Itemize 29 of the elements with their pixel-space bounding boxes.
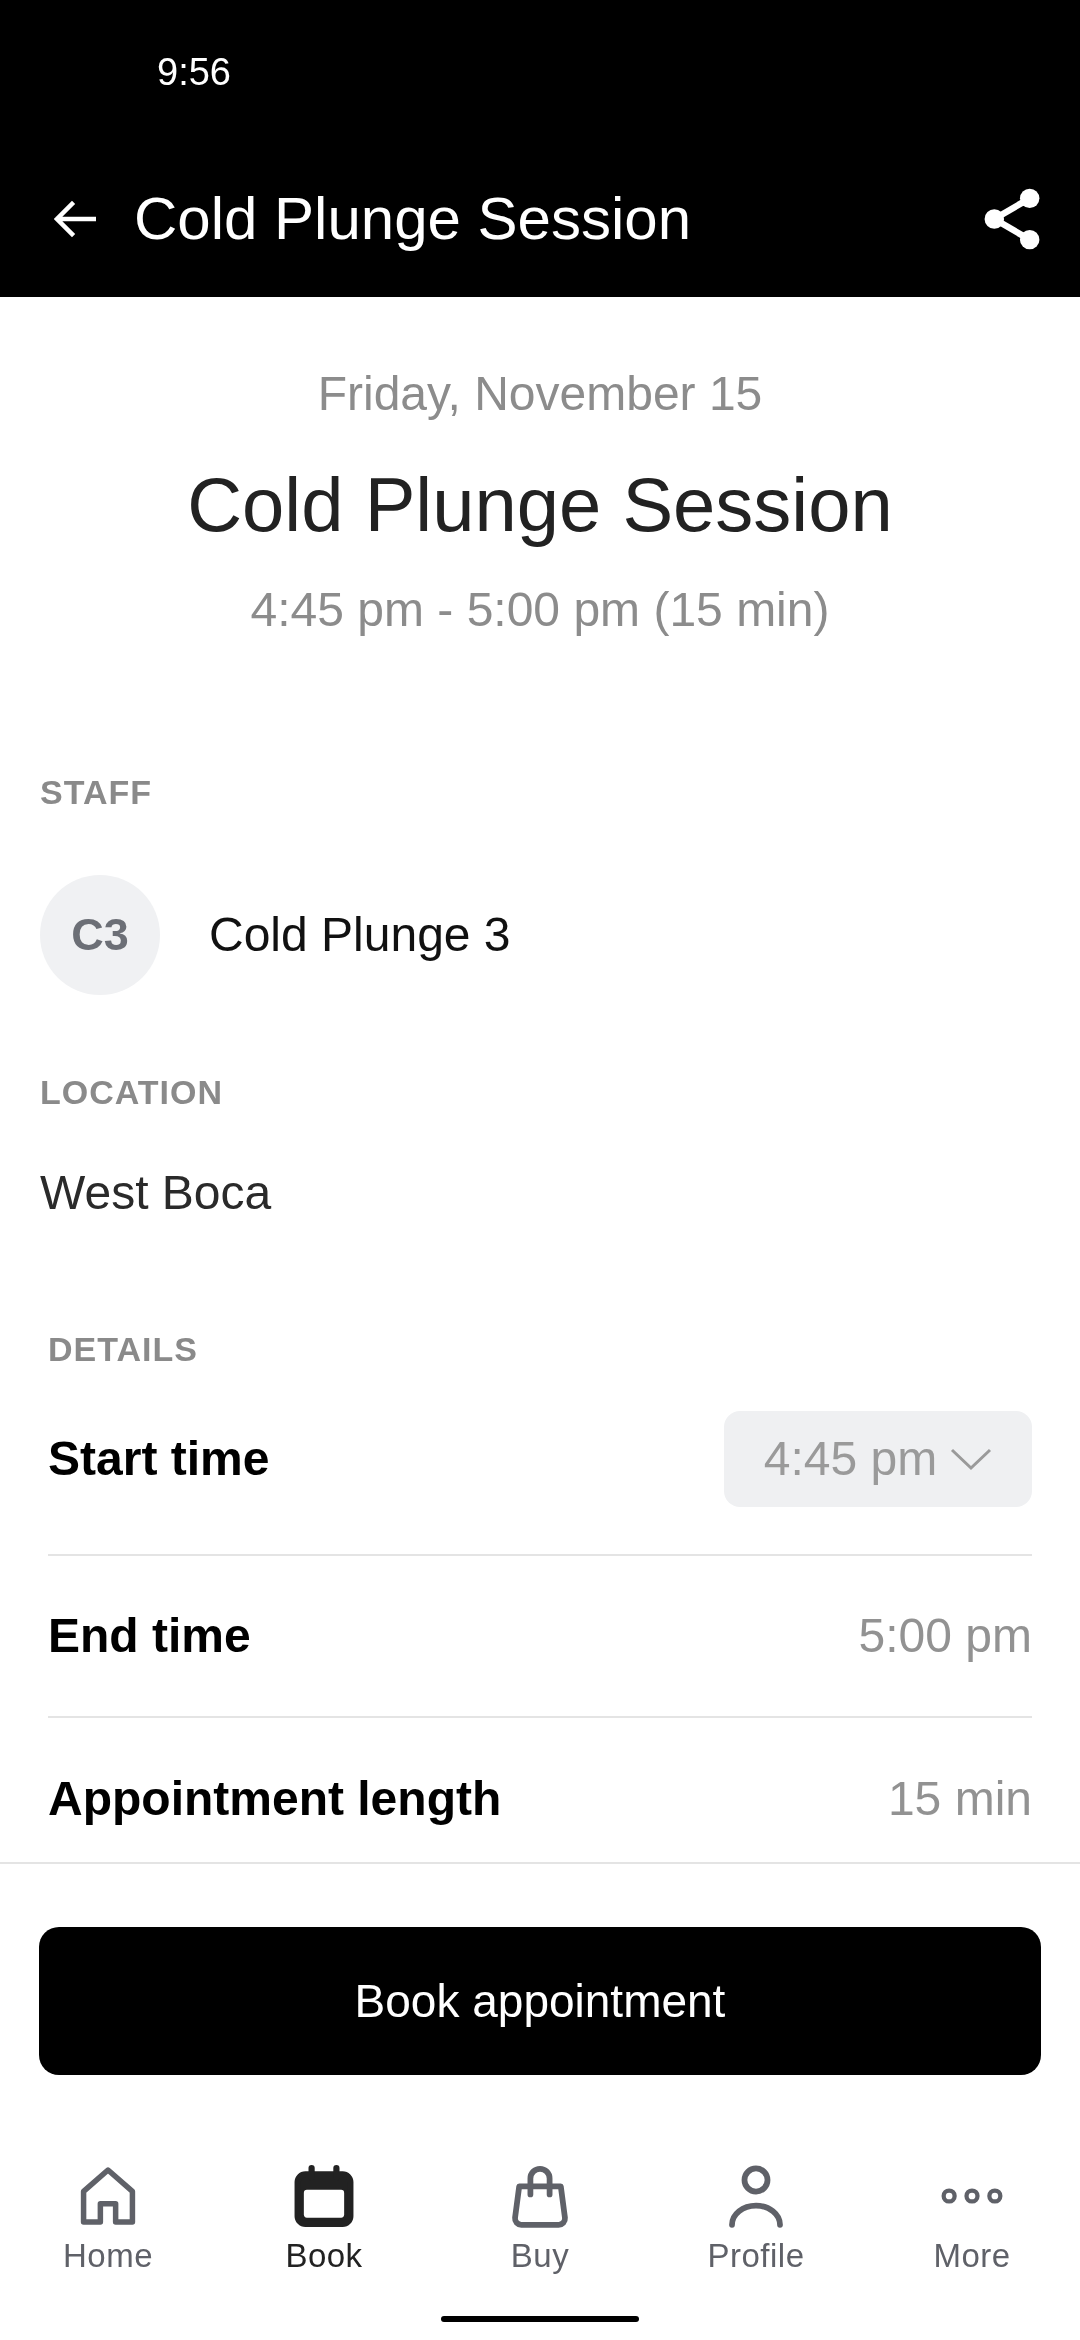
share-icon[interactable] xyxy=(984,187,1040,250)
detail-label: Start time xyxy=(48,1431,270,1487)
app-bar-title: Cold Plunge Session xyxy=(134,184,692,254)
calendar-icon xyxy=(294,2165,354,2227)
section-heading: DETAILS xyxy=(48,1329,198,1369)
location-name: West Boca xyxy=(40,1165,272,1221)
book-button[interactable]: Book appointment xyxy=(39,1927,1041,2075)
back-icon[interactable] xyxy=(54,199,96,238)
home-icon xyxy=(80,2167,136,2225)
appointment-date: Friday, November 15 xyxy=(317,366,763,422)
nav-tab[interactable]: Book xyxy=(285,2164,363,2276)
detail-label: Appointment length xyxy=(48,1771,502,1827)
nav-tab[interactable]: Home xyxy=(63,2164,153,2276)
detail-value: 5:00 pm xyxy=(858,1608,1032,1664)
more-dots-icon xyxy=(940,2185,1004,2207)
section-heading: STAFF xyxy=(40,772,152,812)
nav-tab[interactable]: More xyxy=(933,2164,1011,2276)
chevron-down-icon xyxy=(950,1447,993,1471)
staff-name: Cold Plunge 3 xyxy=(209,907,511,963)
appointment-title: Cold Plunge Session xyxy=(187,461,893,549)
staff-avatar: C3 xyxy=(40,875,160,995)
detail-value: 15 min xyxy=(887,1771,1032,1827)
appointment-time-range: 4:45 pm - 5:00 pm (15 min) xyxy=(250,582,830,638)
status-time: 9:56 xyxy=(157,51,231,93)
detail-label: End time xyxy=(48,1608,251,1664)
nav-tab[interactable]: Buy xyxy=(509,2164,571,2276)
nav-tab[interactable]: Profile xyxy=(707,2164,805,2276)
section-heading: LOCATION xyxy=(40,1072,223,1112)
shopping-bag-icon xyxy=(509,2164,571,2228)
